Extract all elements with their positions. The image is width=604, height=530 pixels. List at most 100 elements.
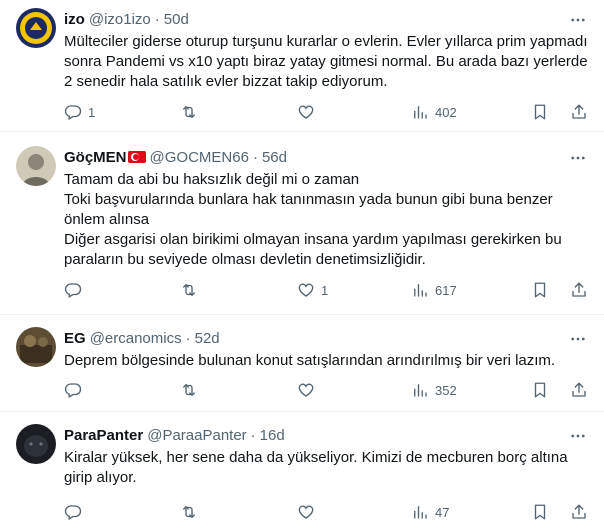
share-icon — [570, 103, 588, 121]
tweet[interactable]: ParaPanter @ParaaPanter · 16d Kiralar yü… — [0, 412, 604, 530]
bookmark-icon — [531, 381, 549, 399]
tweet[interactable]: EG @ercanomics · 52d Deprem bölgesinde b… — [0, 315, 604, 412]
tweet[interactable]: izo @izo1izo · 50d Mülteciler giderse ot… — [0, 0, 604, 132]
bookmark-button[interactable] — [531, 381, 561, 399]
more-icon[interactable] — [568, 426, 588, 446]
retweet-icon — [180, 381, 198, 399]
like-button[interactable] — [297, 503, 411, 521]
share-button[interactable] — [570, 503, 588, 521]
bookmark-icon — [531, 103, 549, 121]
views-icon — [411, 381, 429, 399]
like-count: 1 — [321, 282, 329, 298]
turkey-flag-icon — [127, 151, 146, 163]
tweet-actions: 47 — [64, 502, 588, 522]
display-name[interactable]: izo — [64, 11, 85, 28]
bookmark-button[interactable] — [531, 281, 561, 299]
bookmark-icon — [531, 281, 549, 299]
reply-icon — [64, 503, 82, 521]
avatar[interactable] — [16, 146, 56, 186]
avatar[interactable] — [16, 8, 56, 48]
like-button[interactable] — [297, 381, 411, 399]
tweet-header: GöçMEN @GOCMEN66 · 56d — [64, 146, 588, 168]
share-button[interactable] — [570, 103, 588, 121]
like-icon — [297, 281, 315, 299]
avatar[interactable] — [16, 327, 56, 367]
more-icon[interactable] — [568, 329, 588, 349]
reply-count: 1 — [88, 104, 96, 120]
more-icon[interactable] — [568, 10, 588, 30]
username[interactable]: @izo1izo — [89, 11, 151, 28]
timestamp[interactable]: 56d — [262, 149, 287, 166]
tweet-header: ParaPanter @ParaaPanter · 16d — [64, 424, 588, 446]
views-count: 47 — [435, 504, 450, 520]
like-button[interactable] — [297, 103, 411, 121]
views-button[interactable]: 352 — [411, 381, 531, 399]
tweet-text: Tamam da abi bu haksızlık değil mi o zam… — [64, 170, 588, 270]
retweet-icon — [180, 103, 198, 121]
separator-dot: · — [154, 10, 160, 28]
views-count: 402 — [435, 104, 457, 120]
tweet-text: Deprem bölgesinde bulunan konut satışlar… — [64, 351, 588, 371]
like-icon — [297, 103, 315, 121]
separator-dot: · — [185, 329, 191, 347]
like-icon — [297, 381, 315, 399]
display-name[interactable]: ParaPanter — [64, 427, 143, 444]
tweet-actions: 1 617 — [64, 280, 588, 300]
reply-button[interactable] — [64, 503, 180, 521]
tweet-header: EG @ercanomics · 52d — [64, 327, 588, 349]
reply-button[interactable] — [64, 281, 180, 299]
bookmark-button[interactable] — [531, 503, 561, 521]
share-button[interactable] — [570, 381, 588, 399]
reply-icon — [64, 381, 82, 399]
timestamp[interactable]: 16d — [260, 427, 285, 444]
bookmark-icon — [531, 503, 549, 521]
username[interactable]: @ercanomics — [90, 330, 182, 347]
tweet[interactable]: GöçMEN @GOCMEN66 · 56d Tamam da abi bu h… — [0, 132, 604, 315]
like-icon — [297, 503, 315, 521]
reply-icon — [64, 281, 82, 299]
more-icon[interactable] — [568, 148, 588, 168]
tweet-actions: 1 402 — [64, 102, 588, 122]
share-icon — [570, 381, 588, 399]
views-icon — [411, 503, 429, 521]
separator-dot: · — [252, 148, 258, 166]
tweet-text-line: Diğer asgarisi olan birikimi olmayan ins… — [64, 231, 562, 268]
reply-icon — [64, 103, 82, 121]
views-count: 617 — [435, 282, 457, 298]
tweet-text: Kiralar yüksek, her sene daha da yükseli… — [64, 448, 588, 488]
avatar[interactable] — [16, 424, 56, 464]
tweet-text-line: Toki başvurularında bunlara hak tanınmas… — [64, 191, 553, 228]
reply-button[interactable] — [64, 381, 180, 399]
share-icon — [570, 281, 588, 299]
retweet-button[interactable] — [180, 503, 297, 521]
tweet-text-line: Kiralar yüksek, her sene daha da yükseli… — [64, 449, 568, 486]
reply-button[interactable]: 1 — [64, 103, 180, 121]
share-icon — [570, 503, 588, 521]
tweet-text-line: Tamam da abi bu haksızlık değil mi o zam… — [64, 171, 360, 188]
tweet-header: izo @izo1izo · 50d — [64, 8, 588, 30]
retweet-button[interactable] — [180, 281, 297, 299]
display-name[interactable]: EG — [64, 330, 86, 347]
timestamp[interactable]: 50d — [164, 11, 189, 28]
bookmark-button[interactable] — [531, 103, 561, 121]
views-icon — [411, 103, 429, 121]
views-button[interactable]: 617 — [411, 281, 531, 299]
tweet-text: Mülteciler giderse oturup turşunu kurarl… — [64, 32, 588, 92]
username[interactable]: @GOCMEN66 — [150, 149, 249, 166]
retweet-icon — [180, 281, 198, 299]
timestamp[interactable]: 52d — [195, 330, 220, 347]
views-count: 352 — [435, 382, 457, 398]
username[interactable]: @ParaaPanter — [147, 427, 246, 444]
tweet-text-line: Mülteciler giderse oturup turşunu kurarl… — [64, 33, 588, 90]
retweet-button[interactable] — [180, 103, 297, 121]
views-button[interactable]: 402 — [411, 103, 531, 121]
views-button[interactable]: 47 — [411, 503, 531, 521]
views-icon — [411, 281, 429, 299]
display-name[interactable]: GöçMEN — [64, 149, 127, 166]
like-button[interactable]: 1 — [297, 281, 411, 299]
tweet-actions: 352 — [64, 380, 588, 400]
retweet-button[interactable] — [180, 381, 297, 399]
retweet-icon — [180, 503, 198, 521]
tweet-text-line: Deprem bölgesinde bulunan konut satışlar… — [64, 352, 556, 369]
share-button[interactable] — [570, 281, 588, 299]
